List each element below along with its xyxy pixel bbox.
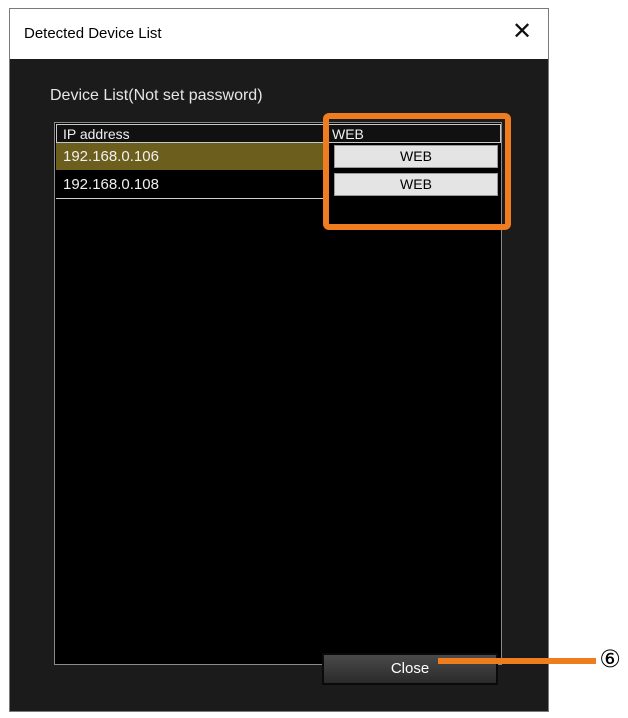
- table-row[interactable]: 192.168.0.108 WEB: [56, 171, 500, 199]
- web-button[interactable]: WEB: [334, 145, 498, 168]
- close-icon[interactable]: ✕: [508, 18, 536, 46]
- web-button[interactable]: WEB: [334, 173, 498, 196]
- callout-line: [438, 658, 596, 664]
- table-row[interactable]: 192.168.0.106 WEB: [56, 143, 500, 170]
- title-bar: Detected Device List ✕: [10, 9, 548, 59]
- web-cell: WEB: [328, 143, 500, 170]
- device-list[interactable]: IP address WEB 192.168.0.106 WEB 192.168…: [54, 122, 502, 665]
- web-cell: WEB: [328, 171, 500, 198]
- callout-number: ⑥: [599, 646, 621, 673]
- window-title: Detected Device List: [24, 25, 162, 42]
- dialog-body: Device List(Not set password) IP address…: [10, 59, 548, 711]
- device-list-label: Device List(Not set password): [50, 87, 263, 104]
- ip-address-cell[interactable]: 192.168.0.108: [56, 171, 328, 198]
- column-header-ip[interactable]: IP address: [56, 124, 326, 143]
- column-header-web[interactable]: WEB: [327, 124, 501, 143]
- row-divider: [56, 198, 328, 199]
- dialog-window: Detected Device List ✕ Device List(Not s…: [9, 8, 549, 712]
- ip-address-cell[interactable]: 192.168.0.106: [56, 143, 328, 170]
